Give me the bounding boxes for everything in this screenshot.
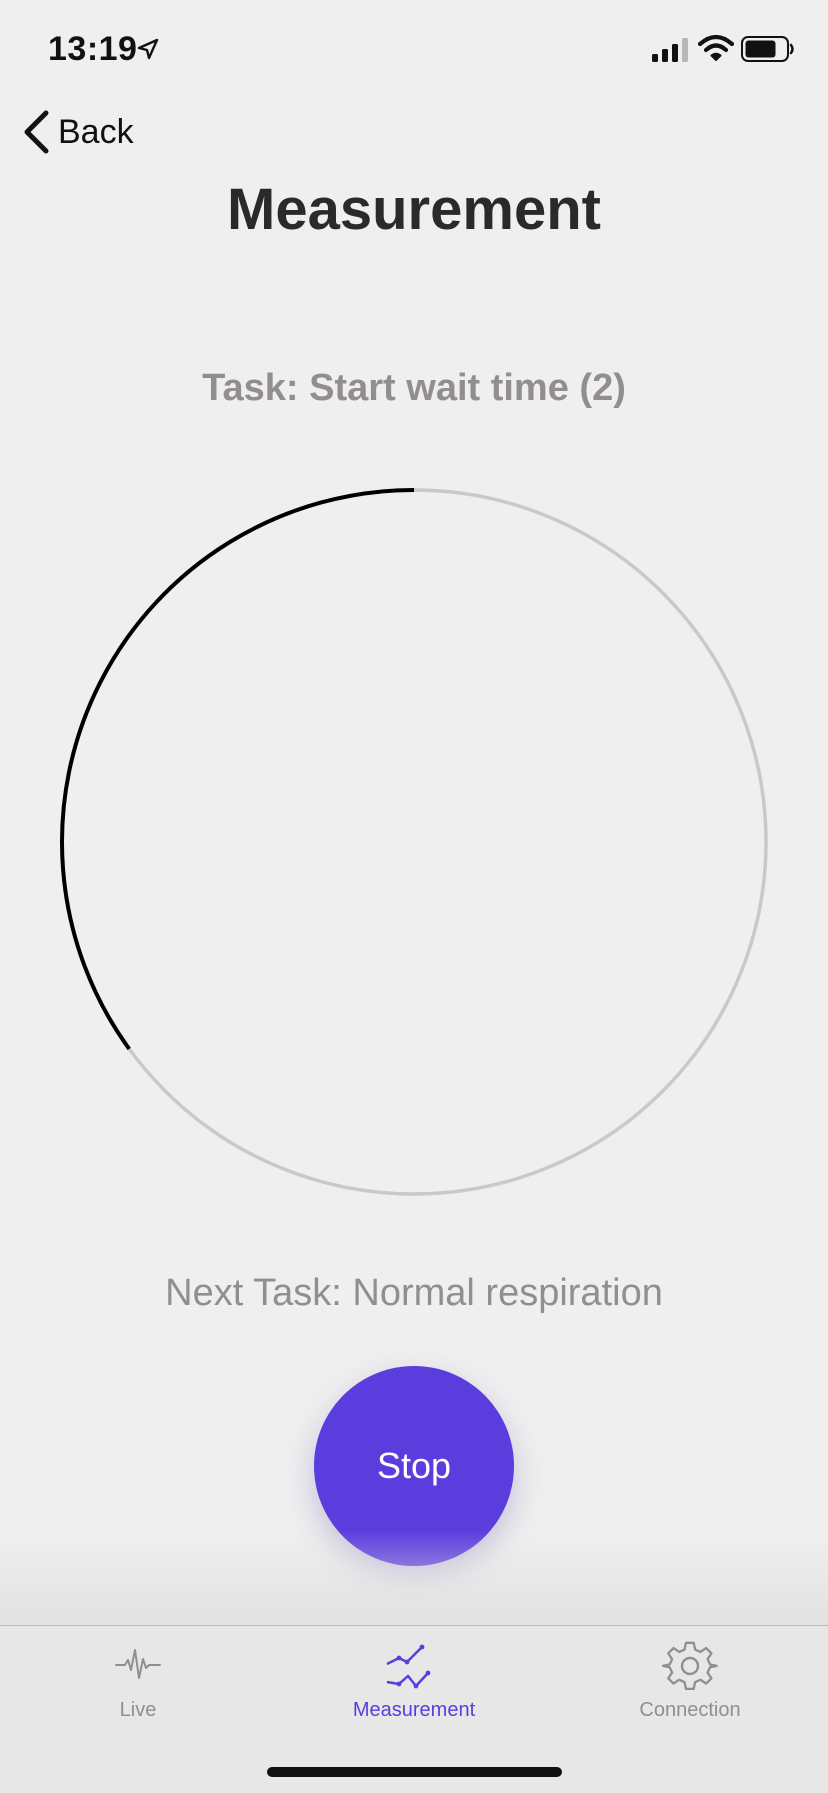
task-progress-ring xyxy=(60,488,768,1196)
status-bar: 13:19 xyxy=(0,0,828,100)
current-task-label: Task: Start wait time (2) xyxy=(202,367,626,409)
back-label: Back xyxy=(58,112,134,151)
pulse-icon xyxy=(115,1649,161,1679)
progress-ring-arc xyxy=(60,488,415,1051)
page-title: Measurement xyxy=(227,177,601,242)
location-arrow-icon xyxy=(137,38,159,60)
cellular-signal-icon xyxy=(652,38,688,62)
chevron-left-icon xyxy=(24,110,49,154)
next-task-label: Next Task: Normal respiration xyxy=(165,1272,663,1314)
bottom-fade xyxy=(0,1530,828,1625)
tab-connection[interactable]: Connection xyxy=(552,1626,828,1736)
progress-ring-track xyxy=(60,488,768,1196)
line-graph-icon xyxy=(386,1644,431,1689)
tab-label-live: Live xyxy=(119,1699,157,1721)
back-button[interactable]: Back xyxy=(22,108,134,156)
wifi-icon xyxy=(698,34,734,61)
gear-icon xyxy=(662,1641,718,1691)
tab-live[interactable]: Live xyxy=(0,1626,276,1736)
battery-icon xyxy=(741,36,794,62)
tab-label-measurement: Measurement xyxy=(352,1699,476,1721)
status-time: 13:19 xyxy=(48,30,138,68)
home-indicator xyxy=(267,1767,562,1777)
tab-measurement[interactable]: Measurement xyxy=(276,1626,552,1736)
tab-label-connection: Connection xyxy=(639,1699,741,1721)
